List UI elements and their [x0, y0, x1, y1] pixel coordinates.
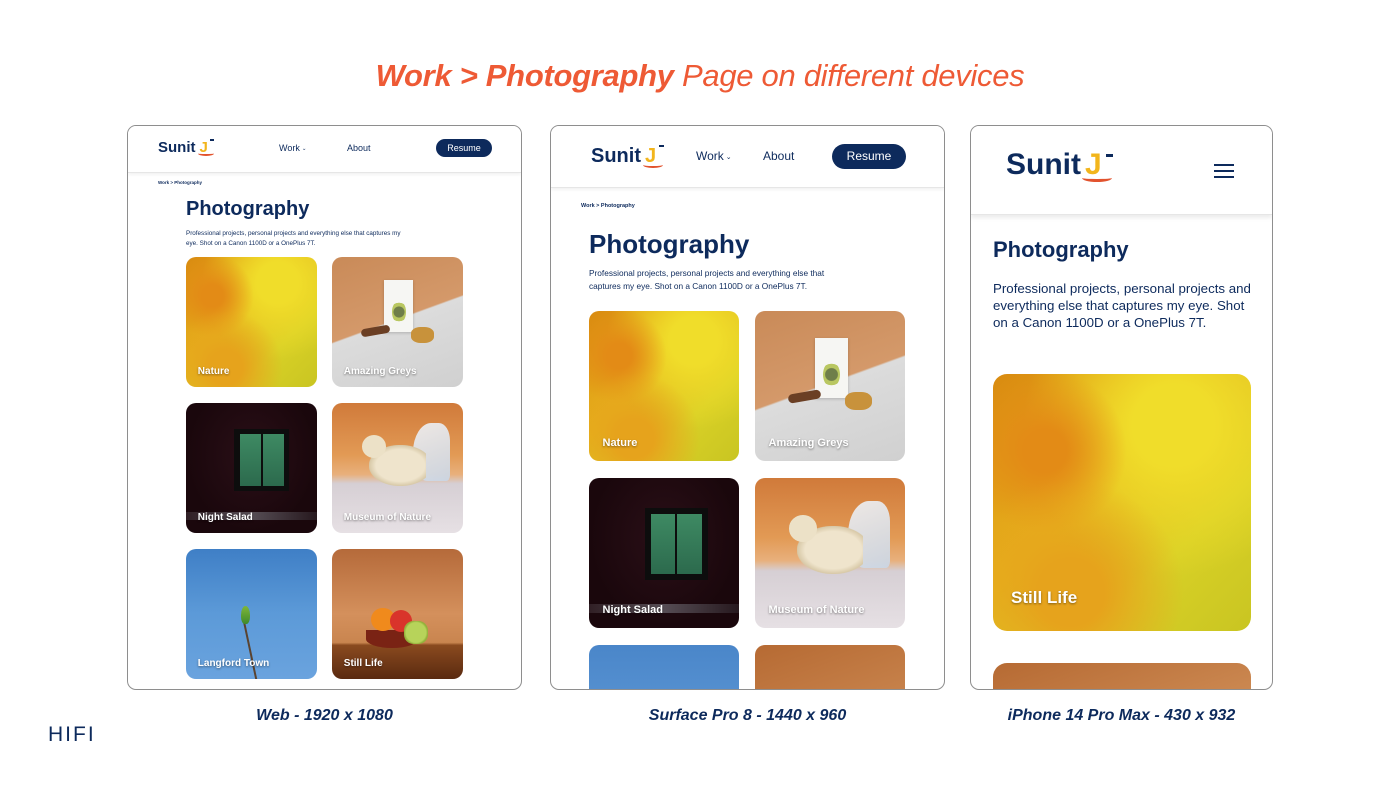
nav-about[interactable]: About — [763, 149, 794, 163]
card-label: Still Life — [1011, 587, 1078, 607]
caption-surface: Surface Pro 8 - 1440 x 960 — [648, 707, 847, 724]
project-card-nature[interactable]: Nature — [186, 257, 317, 387]
card-label: Nature — [602, 437, 638, 449]
page-title: Photography — [993, 237, 1129, 262]
card-label: Night Salad — [197, 511, 253, 523]
logo-mark: J — [197, 139, 214, 156]
logo[interactable]: Sunit J — [158, 139, 214, 156]
caption-web: Web - 1920 x 1080 — [256, 707, 393, 724]
card-label: Langford Town — [197, 657, 270, 669]
project-card-partial[interactable] — [993, 663, 1251, 689]
nav-work[interactable]: Work ⌄ — [279, 143, 306, 153]
breadcrumb[interactable]: Work > Photography — [581, 203, 635, 209]
logo-mark: J — [643, 145, 665, 168]
logo-text: Sunit — [1006, 148, 1081, 181]
card-label: Night Salad — [602, 604, 664, 616]
project-card-night-salad[interactable]: Night Salad — [589, 478, 739, 628]
project-card-langford-town[interactable]: Langford Town — [186, 549, 317, 679]
phone-device-frame: Sunit J Photography Professional project… — [970, 125, 1273, 690]
project-card-museum-of-nature[interactable]: Museum of Nature — [332, 403, 463, 533]
project-card-nature[interactable]: Nature — [589, 311, 739, 461]
chevron-down-icon: ⌄ — [301, 146, 307, 152]
resume-button[interactable]: Resume — [832, 144, 906, 169]
card-label: Amazing Greys — [768, 437, 849, 449]
project-card-still-life[interactable]: Still Life — [332, 549, 463, 679]
logo[interactable]: Sunit J — [591, 145, 665, 168]
presentation-title-regular: Page on different devices — [682, 58, 1025, 93]
card-label: Amazing Greys — [343, 365, 417, 377]
page-description: Professional projects, personal projects… — [186, 230, 401, 247]
fidelity-label: HIFI — [48, 723, 96, 746]
card-label: Still Life — [343, 657, 383, 669]
card-label: Nature — [197, 365, 230, 377]
page-title: Photography — [186, 198, 310, 220]
logo[interactable]: Sunit J — [1006, 148, 1113, 182]
project-card-night-salad[interactable]: Night Salad — [186, 403, 317, 533]
logo-text: Sunit — [158, 139, 196, 156]
hamburger-menu-icon[interactable] — [1214, 164, 1234, 178]
site-header: Sunit J Work ⌄ About Resume — [551, 126, 944, 188]
presentation-title-bold: Work > Photography — [375, 58, 674, 93]
card-label: Museum of Nature — [768, 604, 865, 616]
chevron-down-icon: ⌄ — [725, 152, 732, 161]
project-card-partial[interactable] — [755, 645, 905, 689]
breadcrumb[interactable]: Work > Photography — [158, 180, 202, 185]
site-header: Sunit J — [971, 126, 1272, 215]
project-card-still-life[interactable]: Still Life — [993, 374, 1251, 631]
nav-about[interactable]: About — [347, 143, 371, 153]
project-card-amazing-greys[interactable]: Amazing Greys — [755, 311, 905, 461]
logo-text: Sunit — [591, 145, 641, 167]
card-label: Museum of Nature — [343, 511, 432, 523]
page-title: Photography — [589, 229, 750, 259]
web-device-frame: Sunit J Work ⌄ About Resume Work > Photog… — [127, 125, 522, 690]
nav-work[interactable]: Work ⌄ — [696, 149, 732, 163]
page-description: Professional projects, personal projects… — [993, 281, 1251, 330]
caption-phone: iPhone 14 Pro Max - 430 x 932 — [1007, 707, 1236, 724]
resume-button[interactable]: Resume — [436, 139, 492, 157]
presentation-title: Work > Photography Page on different dev… — [0, 58, 1400, 94]
project-card-museum-of-nature[interactable]: Museum of Nature — [755, 478, 905, 628]
project-card-partial[interactable] — [589, 645, 739, 689]
page-description: Professional projects, personal projects… — [589, 268, 825, 291]
logo-mark: J — [1082, 148, 1113, 182]
site-header: Sunit J Work ⌄ About Resume — [128, 126, 521, 173]
surface-device-frame: Sunit J Work ⌄ About Resume Work > Photog… — [550, 125, 945, 690]
project-card-amazing-greys[interactable]: Amazing Greys — [332, 257, 463, 387]
